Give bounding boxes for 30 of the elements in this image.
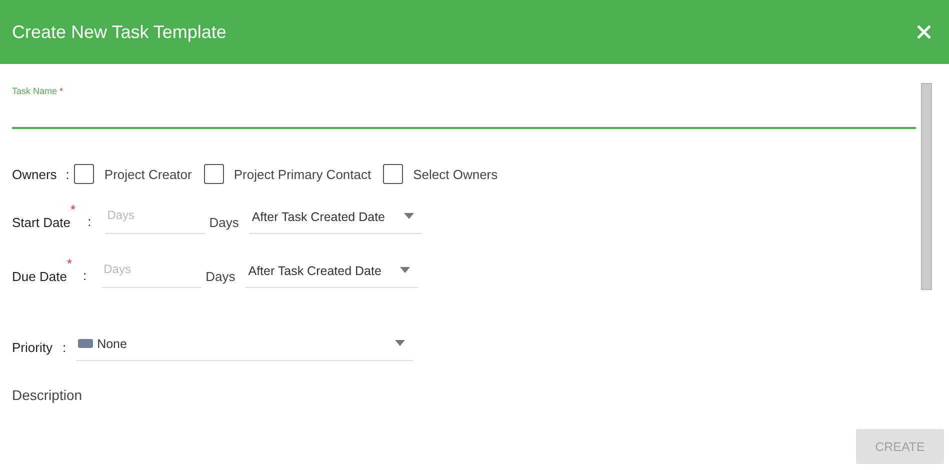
caret-icon: [400, 267, 410, 273]
field-label: Task Name *: [12, 86, 64, 96]
field-label: Due Date: [12, 269, 67, 286]
field-label: Priority: [12, 340, 52, 357]
colon: :: [62, 340, 66, 357]
relative-date-dropdown[interactable]: After Task Created Date: [245, 260, 418, 288]
relative-date-dropdown[interactable]: After Task Created Date: [248, 206, 422, 234]
checkbox-label: Project Creator: [104, 166, 192, 182]
scrollbar-thumb[interactable]: [921, 83, 932, 290]
close-button[interactable]: [916, 24, 932, 40]
colon: :: [66, 166, 70, 182]
close-icon: [916, 24, 932, 40]
caret-icon: [395, 340, 406, 346]
checkbox-label: Project Primary Contact: [234, 166, 372, 182]
checkbox[interactable]: [383, 164, 404, 184]
field-label: Owners: [12, 166, 57, 182]
unit-label: Days: [209, 215, 239, 232]
caret-icon: [404, 213, 414, 219]
checkbox-label: Select Owners: [413, 166, 498, 182]
priority-dropdown[interactable]: None: [76, 333, 414, 361]
required-asterisk: *: [70, 202, 76, 217]
checkbox[interactable]: [204, 164, 224, 184]
field-label: Start Date: [12, 215, 71, 232]
colon: :: [88, 214, 92, 231]
checkbox[interactable]: [74, 164, 94, 184]
colon: :: [82, 268, 87, 285]
description-label: Description: [12, 386, 82, 404]
dialog-title: Create New Task Template: [12, 22, 226, 42]
unit-label: Days: [206, 269, 236, 286]
required-asterisk: *: [66, 256, 72, 271]
